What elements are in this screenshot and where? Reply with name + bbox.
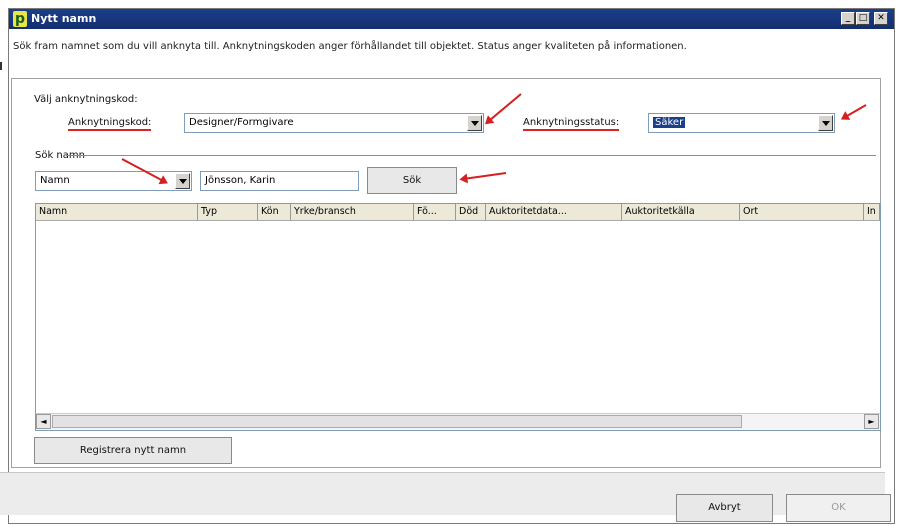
column-header[interactable]: Yrke/bransch <box>291 204 414 220</box>
chevron-down-icon[interactable] <box>467 115 482 131</box>
register-new-name-button[interactable]: Registrera nytt namn <box>34 437 232 464</box>
cancel-button[interactable]: Avbryt <box>676 494 773 522</box>
horizontal-scrollbar[interactable]: ◄ ► <box>36 413 880 430</box>
anknytningsstatus-select[interactable]: Säker <box>648 113 835 133</box>
window-edge-marker <box>0 62 2 70</box>
column-header[interactable]: Ort <box>740 204 864 220</box>
maximize-button[interactable]: □ <box>856 12 870 25</box>
anknytningskod-label: Anknytningskod: <box>68 117 152 131</box>
title-bar: p Nytt namn _ □ ✕ <box>9 9 894 29</box>
column-header[interactable]: Död <box>456 204 486 220</box>
column-header[interactable]: Kön <box>258 204 291 220</box>
search-query: Jönsson, Karin <box>205 175 276 186</box>
results-table: Namn Typ Kön Yrke/bransch Fö... Död Aukt… <box>35 203 881 431</box>
anknytningsstatus-label: Anknytningsstatus: <box>523 117 620 131</box>
column-header[interactable]: Fö... <box>414 204 456 220</box>
column-header[interactable]: In <box>864 204 880 220</box>
search-input[interactable]: Jönsson, Karin <box>200 171 359 191</box>
column-header[interactable]: Namn <box>36 204 198 220</box>
chevron-down-icon[interactable] <box>175 173 190 189</box>
search-button[interactable]: Sök <box>367 167 457 194</box>
scroll-thumb[interactable] <box>52 415 742 428</box>
anknytningsstatus-value: Säker <box>653 117 686 128</box>
column-header[interactable]: Typ <box>198 204 258 220</box>
group-divider <box>66 155 876 156</box>
instruction-text: Sök fram namnet som du vill anknyta till… <box>13 41 687 52</box>
anknytningskod-select[interactable]: Designer/Formgivare <box>184 113 484 133</box>
scroll-left-icon[interactable]: ◄ <box>36 414 51 429</box>
minimize-button[interactable]: _ <box>841 12 855 25</box>
close-button[interactable]: ✕ <box>874 12 888 25</box>
window-title: Nytt namn <box>31 12 97 25</box>
ok-button[interactable]: OK <box>786 494 891 522</box>
column-header[interactable]: Auktoritetkälla <box>622 204 740 220</box>
app-icon: p <box>13 11 27 27</box>
table-header: Namn Typ Kön Yrke/bransch Fö... Död Aukt… <box>36 204 880 221</box>
chevron-down-icon[interactable] <box>818 115 833 131</box>
anknytningskod-value: Designer/Formgivare <box>189 117 294 128</box>
column-header[interactable]: Auktoritetdata... <box>486 204 622 220</box>
scroll-right-icon[interactable]: ► <box>864 414 879 429</box>
section-label: Välj anknytningskod: <box>34 94 138 105</box>
search-field-type-value: Namn <box>40 175 70 186</box>
